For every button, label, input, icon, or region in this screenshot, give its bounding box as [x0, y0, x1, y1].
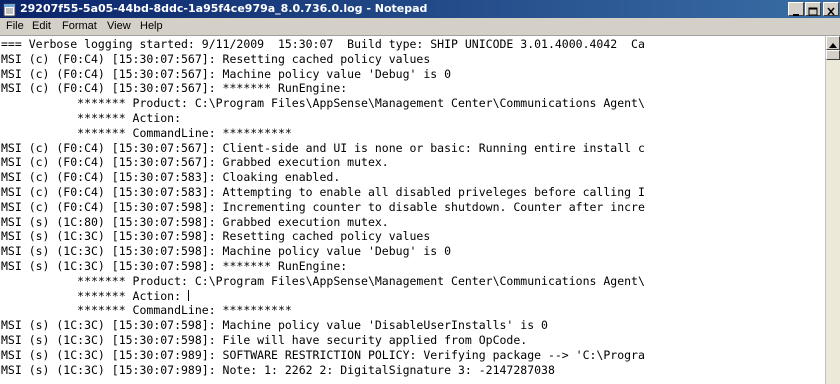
menu-edit[interactable]: Edit — [32, 20, 51, 32]
log-line: ******* Action: — [1, 288, 189, 303]
log-line: MSI (s) (1C:3C) [15:30:07:598]: ******* … — [1, 259, 348, 273]
scroll-up-button[interactable] — [826, 36, 840, 50]
log-line: MSI (s) (1C:3C) [15:30:07:598]: Resettin… — [1, 229, 431, 244]
log-line: MSI (c) (F0:C4) [15:30:07:567]: ******* … — [1, 81, 348, 96]
notepad-icon — [3, 2, 17, 17]
close-button[interactable] — [823, 2, 839, 16]
log-line: ******* Action: — [1, 111, 182, 125]
title-bar[interactable]: 29207f55-5a05-44bd-8ddc-1a95f4ce979a_8.0… — [0, 0, 840, 18]
log-line: MSI (s) (1C:3C) [15:30:07:598]: Machine … — [1, 318, 548, 333]
log-line: MSI (s) (1C:3C) [15:30:07:598]: Machine … — [1, 244, 452, 259]
scroll-thumb[interactable] — [826, 50, 840, 60]
menu-help[interactable]: Help — [140, 20, 163, 32]
log-line: MSI (c) (F0:C4) [15:30:07:598]: Incremen… — [1, 199, 645, 214]
minimize-button[interactable] — [788, 2, 804, 16]
menu-file[interactable]: File — [6, 20, 24, 32]
notepad-window: 29207f55-5a05-44bd-8ddc-1a95f4ce979a_8.0… — [0, 0, 840, 384]
maximize-button[interactable] — [805, 2, 821, 16]
log-line: ******* CommandLine: ********** — [1, 125, 292, 140]
log-line: MSI (c) (F0:C4) [15:30:07:567]: Client-s… — [1, 140, 645, 155]
log-line: === Verbose logging started: 9/11/2009 1… — [1, 37, 645, 51]
log-line: MSI (s) (1C:80) [15:30:07:598]: Grabbed … — [1, 214, 389, 229]
maximize-icon — [808, 7, 818, 16]
log-line: MSI (c) (F0:C4) [15:30:07:567]: Grabbed … — [1, 155, 389, 170]
menu-view[interactable]: View — [107, 20, 131, 32]
log-line: MSI (c) (F0:C4) [15:30:07:583]: Attempti… — [1, 185, 645, 199]
log-line: MSI (c) (F0:C4) [15:30:07:567]: Resettin… — [1, 51, 431, 66]
minimize-icon — [793, 14, 799, 16]
log-line: MSI (s) (1C:3C) [15:30:07:989]: SOFTWARE… — [1, 347, 645, 362]
log-line: MSI (c) (F0:C4) [15:30:07:583]: Cloaking… — [1, 170, 341, 185]
menu-format[interactable]: Format — [62, 20, 97, 32]
log-line: ******* Product: C:\Program Files\AppSen… — [1, 273, 645, 288]
close-icon — [827, 7, 835, 16]
text-editor-area[interactable]: === Verbose logging started: 9/11/2009 1… — [0, 36, 825, 384]
text-caret — [187, 289, 189, 301]
log-line: MSI (s) (1C:3C) [15:30:07:989]: Note: 1:… — [1, 362, 555, 377]
log-line: ******* CommandLine: ********** — [1, 303, 292, 318]
window-title: 29207f55-5a05-44bd-8ddc-1a95f4ce979a_8.0… — [20, 2, 428, 15]
log-line: ******* Product: C:\Program Files\AppSen… — [1, 96, 645, 111]
vertical-scrollbar[interactable] — [825, 36, 840, 384]
log-line: MSI (s) (1C:3C) [15:30:07:598]: File wil… — [1, 333, 528, 347]
log-line: MSI (c) (F0:C4) [15:30:07:567]: Machine … — [1, 66, 452, 81]
menu-bar: File Edit Format View Help — [0, 18, 840, 36]
